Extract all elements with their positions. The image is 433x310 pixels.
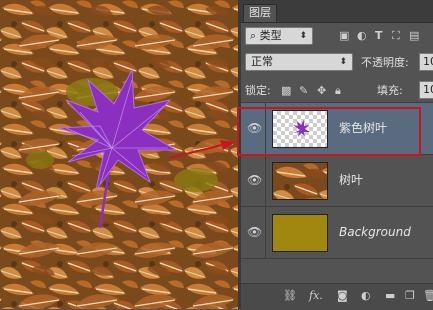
- panel-tab-bar: 图层: [241, 0, 433, 23]
- layer-filter-select[interactable]: ⌕ 类型 ⬍: [245, 27, 313, 45]
- layer-row-background[interactable]: 👁︎ Background: [241, 207, 433, 259]
- highlight-box: [237, 107, 421, 156]
- opacity-input[interactable]: 100%: [419, 53, 433, 71]
- document-canvas[interactable]: [0, 0, 238, 309]
- filter-pixel-icon[interactable]: ▣: [339, 29, 349, 43]
- trash-icon[interactable]: 🗑︎: [423, 289, 433, 302]
- chevron-updown-icon: ⬍: [299, 31, 307, 41]
- lock-move-icon[interactable]: ✥: [317, 84, 326, 98]
- fill-input[interactable]: 100%: [419, 81, 433, 99]
- blend-mode-label: 正常: [251, 55, 273, 68]
- mask-icon[interactable]: ◙: [337, 289, 348, 302]
- tab-layers[interactable]: 图层: [243, 4, 277, 22]
- fx-icon[interactable]: fx.: [309, 289, 323, 302]
- chevron-updown-icon: ⬍: [339, 57, 347, 67]
- filter-smart-object-icon[interactable]: ▤: [409, 29, 419, 43]
- adjustment-layer-icon[interactable]: ◐: [361, 289, 371, 302]
- link-icon[interactable]: ⛓: [283, 289, 297, 302]
- lock-transparent-icon[interactable]: ▩: [281, 84, 291, 98]
- search-icon: ⌕: [250, 29, 257, 42]
- fill-label: 填充:: [377, 84, 403, 97]
- layer-name: Background: [339, 225, 411, 239]
- folder-icon[interactable]: ▬: [385, 289, 395, 302]
- blend-mode-select[interactable]: 正常 ⬍: [245, 53, 353, 71]
- filter-type-icon[interactable]: T: [375, 29, 383, 43]
- layers-bottom-toolbar: ⛓ fx. ◙ ◐ ▬ ❐ 🗑︎: [241, 283, 433, 310]
- filter-kind-label: 类型: [259, 29, 282, 42]
- layer-thumbnail: [272, 214, 328, 252]
- canvas-image: [0, 0, 238, 309]
- layer-name: 树叶: [339, 173, 364, 187]
- visibility-toggle[interactable]: 👁︎: [241, 207, 266, 258]
- eye-icon: 👁︎: [247, 173, 263, 187]
- layer-thumbnail: [272, 162, 328, 200]
- lock-brush-icon[interactable]: ✎: [299, 84, 308, 98]
- lock-label: 锁定:: [245, 84, 271, 97]
- lock-all-icon[interactable]: 🔒︎: [335, 84, 341, 98]
- visibility-toggle[interactable]: 👁︎: [241, 155, 266, 206]
- opacity-label: 不透明度:: [361, 56, 409, 69]
- filter-shape-icon[interactable]: ⛶: [392, 29, 400, 43]
- eye-icon: 👁︎: [247, 225, 263, 239]
- filter-adjustment-icon[interactable]: ◐: [357, 29, 367, 43]
- new-layer-icon[interactable]: ❐: [405, 289, 415, 302]
- layer-row-leaves[interactable]: 👁︎ 树叶: [241, 155, 433, 207]
